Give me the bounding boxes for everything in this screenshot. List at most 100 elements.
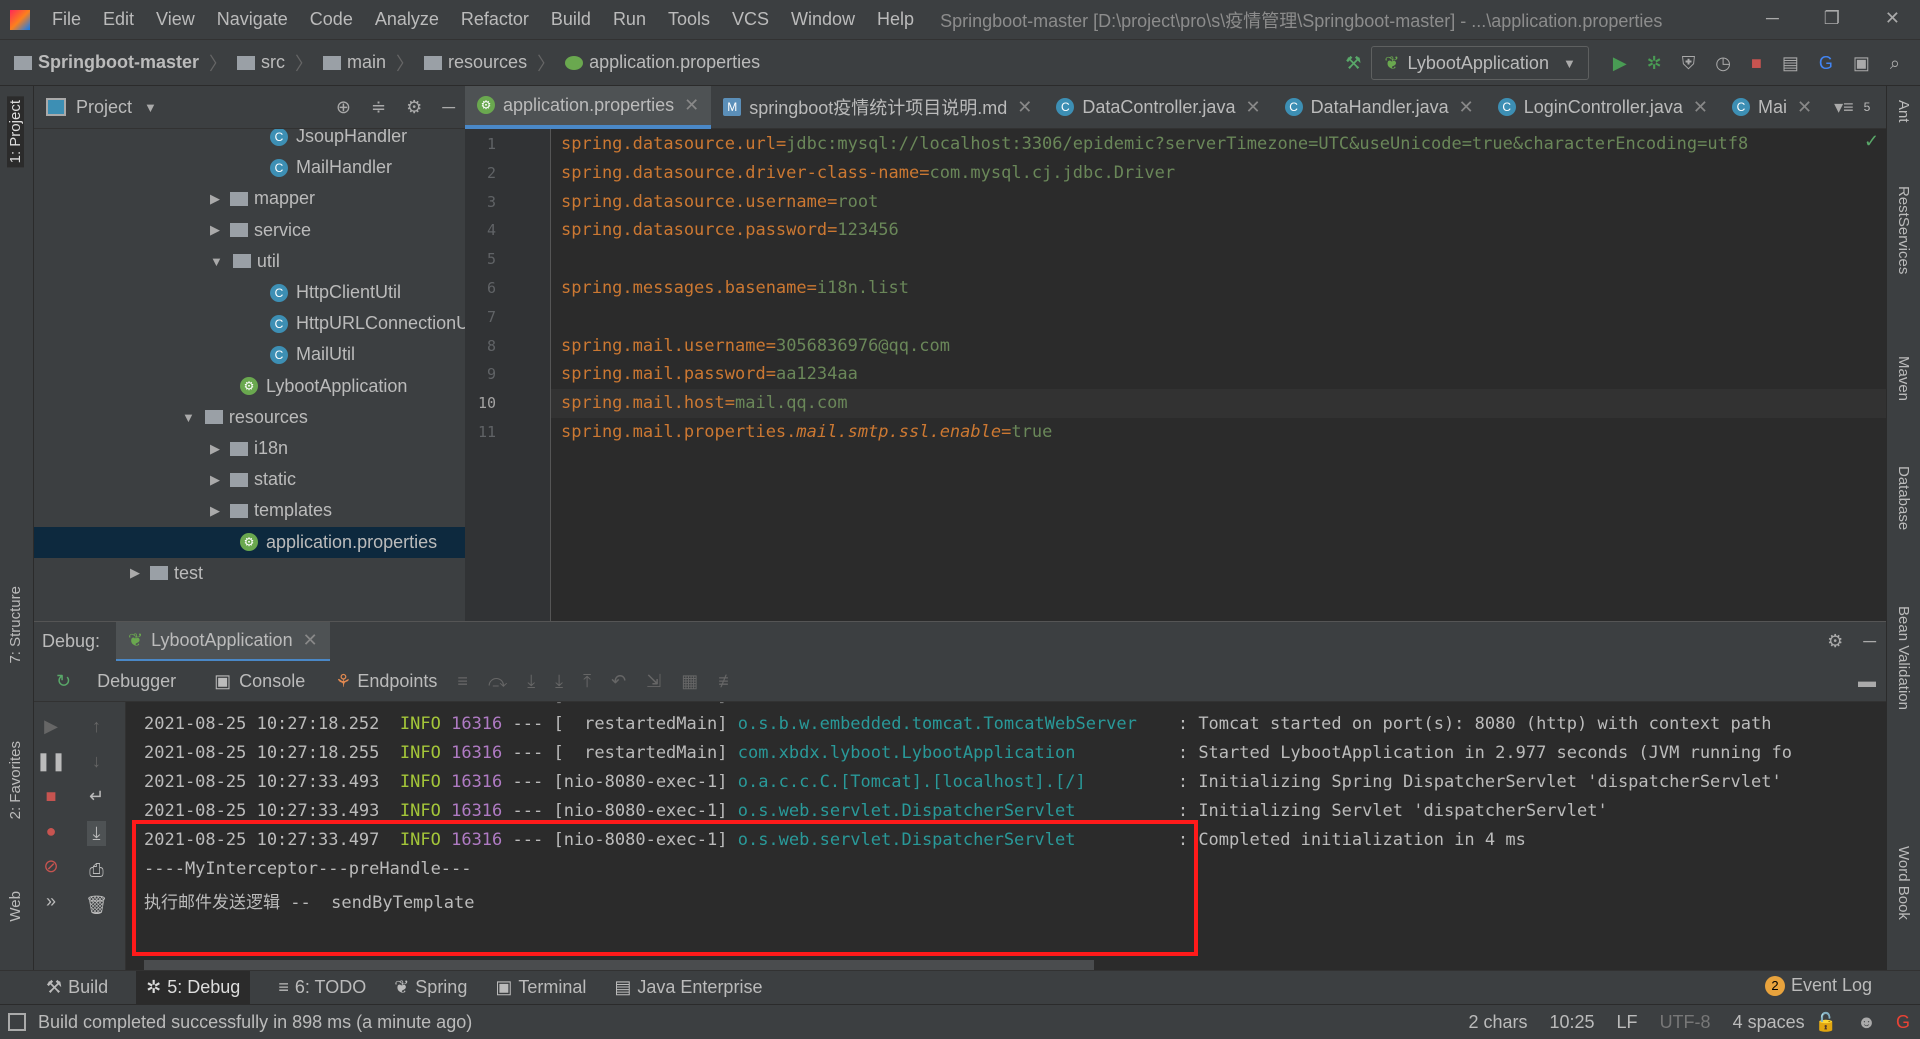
tab-springboot-md[interactable]: Mspringboot疫情统计项目说明.md ✕ [711, 86, 1044, 129]
tab-application-properties[interactable]: ⚙ application.properties ✕ [465, 85, 712, 129]
force-step-into-icon[interactable]: ⤓ [555, 671, 563, 692]
tool-database[interactable]: Database [1895, 466, 1912, 530]
menu-analyze[interactable]: Analyze [375, 9, 439, 30]
menu-refactor[interactable]: Refactor [461, 9, 529, 30]
tool-favorites[interactable]: 2: Favorites [7, 741, 24, 819]
tree-item-httpurlconnectionutil[interactable]: C HttpURLConnectionUtil [34, 308, 465, 339]
tool-web[interactable]: Web [7, 891, 24, 922]
tab-datahandler-java[interactable]: C DataHandler.java ✕ [1273, 86, 1486, 129]
chevron-right-icon[interactable]: ▶ [130, 565, 140, 581]
scroll-to-end-icon[interactable]: ⤓ [86, 821, 107, 846]
chevron-right-icon[interactable]: ▶ [210, 472, 220, 488]
breadcrumb-item[interactable]: resources [448, 52, 527, 73]
down-arrow-icon[interactable]: ↓ [92, 751, 101, 772]
chevron-down-icon[interactable]: ▼ [182, 410, 195, 425]
code-editor[interactable]: spring.datasource.url=jdbc:mysql://local… [551, 129, 1886, 621]
gear-icon[interactable]: ⚙ [406, 97, 422, 118]
locate-icon[interactable]: ⊕ [336, 97, 351, 118]
tool-tab-java-enterprise[interactable]: ▤ Java Enterprise [614, 977, 762, 998]
google-icon[interactable]: G [1896, 1012, 1910, 1033]
menu-window[interactable]: Window [791, 9, 855, 30]
minimize-icon[interactable]: ─ [442, 97, 455, 118]
stop-icon[interactable]: ■ [46, 786, 57, 807]
menu-edit[interactable]: Edit [103, 9, 134, 30]
event-log-button[interactable]: 2 Event Log [1764, 975, 1872, 996]
run-config-select[interactable]: ❦ LybootApplication ▼ [1371, 46, 1589, 80]
coverage-icon[interactable]: ⛨ [1682, 53, 1696, 74]
menu-icon[interactable]: ≡ [457, 671, 468, 692]
menu-vcs[interactable]: VCS [732, 9, 769, 30]
close-icon[interactable]: ✕ [684, 95, 699, 116]
step-over-icon[interactable]: ⤼ [488, 671, 507, 692]
step-into-icon[interactable]: ⤓ [527, 671, 535, 692]
chevron-right-icon[interactable]: ▶ [210, 441, 220, 457]
menu-view[interactable]: View [156, 9, 195, 30]
menu-file[interactable]: File [52, 9, 81, 30]
menu-build[interactable]: Build [551, 9, 591, 30]
tree-item-mailhandler[interactable]: C MailHandler [34, 152, 392, 183]
tree-item-application-properties[interactable]: ⚙ application.properties [34, 526, 465, 558]
tree-item-service[interactable]: ▶ service [34, 215, 311, 246]
terminal-window-icon[interactable]: ▣ [1853, 53, 1870, 74]
tool-ant[interactable]: Ant [1895, 100, 1912, 123]
tab-datacontroller-java[interactable]: C DataController.java ✕ [1044, 86, 1272, 129]
tool-tab-spring[interactable]: ❦ Spring [394, 977, 467, 998]
menu-tools[interactable]: Tools [668, 9, 710, 30]
tool-tab-terminal[interactable]: ▣ Terminal [495, 977, 586, 998]
tab-console[interactable]: Console [239, 671, 305, 692]
drop-frame-icon[interactable]: ↶ [611, 671, 626, 692]
chevron-down-icon[interactable]: ▼ [144, 100, 157, 115]
toggle-tool-windows-icon[interactable] [8, 1013, 26, 1031]
indent-setting[interactable]: 4 spaces [1733, 1012, 1805, 1033]
tool-restservices[interactable]: RestServices [1895, 186, 1912, 274]
minimize-icon[interactable]: ─ [1863, 631, 1876, 652]
close-icon[interactable]: ✕ [1017, 97, 1032, 118]
chevron-down-icon[interactable]: ▼ [210, 254, 223, 269]
chevron-right-icon[interactable]: ▶ [210, 222, 220, 238]
run-to-cursor-icon[interactable]: ⇲ [646, 671, 661, 692]
gear-icon[interactable]: ⚙ [1827, 631, 1843, 652]
project-structure-icon[interactable]: ▤ [1782, 53, 1799, 74]
menu-run[interactable]: Run [613, 9, 646, 30]
chevron-right-icon[interactable]: ▶ [210, 191, 220, 207]
breadcrumb-item[interactable]: Springboot-master [38, 52, 199, 73]
tree-item-static[interactable]: ▶ static [34, 464, 296, 495]
layout-icon[interactable]: ▬ [1858, 671, 1876, 692]
tab-logincontroller-java[interactable]: C LoginController.java ✕ [1486, 86, 1720, 129]
close-icon[interactable]: ✕ [1459, 97, 1474, 118]
trace-icon[interactable]: ≢ [718, 671, 736, 692]
close-icon[interactable]: ✕ [303, 630, 318, 651]
tool-structure[interactable]: 7: Structure [7, 586, 24, 664]
tree-item-util[interactable]: ▼ util [34, 246, 280, 277]
profile-icon[interactable]: ◷ [1715, 53, 1731, 74]
evaluate-icon[interactable]: ▦ [681, 671, 698, 692]
clear-icon[interactable]: 🗑 [85, 895, 108, 916]
lock-icon[interactable]: 🔓 [1815, 1012, 1837, 1033]
more-icon[interactable]: » [46, 891, 56, 912]
project-view-select[interactable]: Project [76, 97, 132, 118]
tab-endpoints[interactable]: Endpoints [357, 671, 437, 692]
debug-icon[interactable]: ✲ [1647, 53, 1662, 74]
view-breakpoints-icon[interactable]: ● [46, 821, 57, 842]
tree-item-mapper[interactable]: ▶ mapper [34, 183, 315, 214]
tree-item-test[interactable]: ▶ test [34, 558, 203, 589]
close-icon[interactable]: ✕ [1245, 97, 1260, 118]
caret-position[interactable]: 10:25 [1550, 1012, 1595, 1033]
print-icon[interactable]: ⎙ [89, 860, 103, 881]
tab-debugger[interactable]: Debugger [97, 671, 176, 692]
close-icon[interactable]: ✕ [1797, 97, 1812, 118]
line-separator[interactable]: LF [1617, 1012, 1638, 1033]
tree-item-jsouphandler[interactable]: C JsoupHandler [34, 129, 407, 152]
tree-item-lybootapplication[interactable]: ⚙ LybootApplication [34, 371, 407, 402]
debug-session-tab[interactable]: ❦ LybootApplication ✕ [116, 621, 330, 662]
collapse-all-icon[interactable]: ≑ [371, 97, 386, 118]
chevron-right-icon[interactable]: ▶ [210, 503, 220, 519]
tree-item-resources[interactable]: ▼ resources [34, 402, 308, 433]
inspector-icon[interactable]: ☻ [1857, 1012, 1876, 1033]
tree-item-mailutil[interactable]: C MailUtil [34, 339, 355, 370]
breadcrumb-item[interactable]: main [347, 52, 386, 73]
tool-tab-build[interactable]: ⚒ Build [46, 977, 108, 998]
run-icon[interactable]: ▶ [1613, 53, 1627, 74]
console-hscrollbar[interactable] [144, 960, 1094, 970]
tree-item-httpclientutil[interactable]: C HttpClientUtil [34, 277, 401, 308]
